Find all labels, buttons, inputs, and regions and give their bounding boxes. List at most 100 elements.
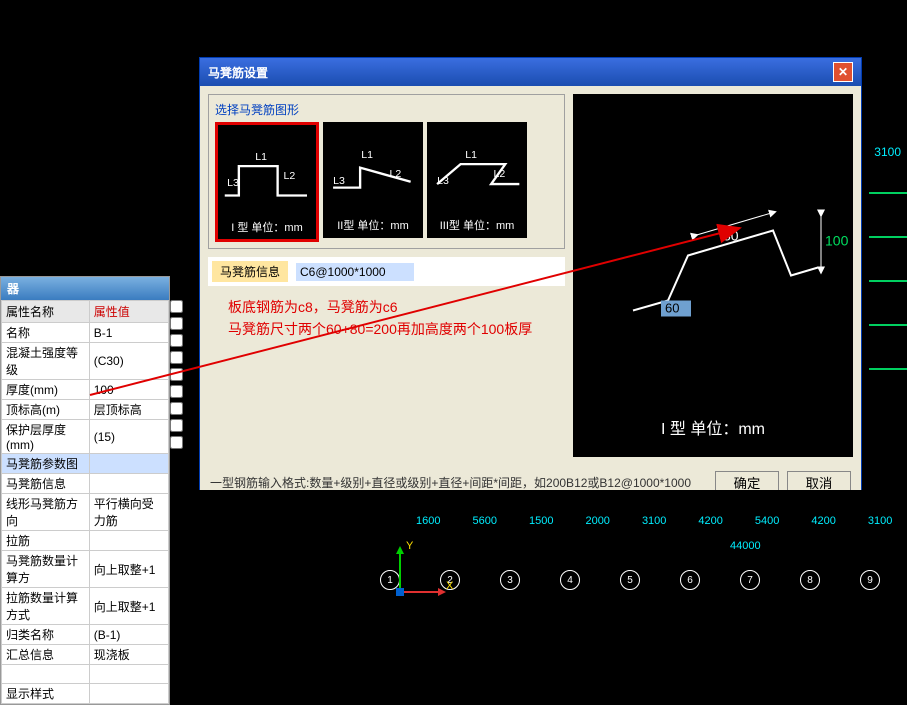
dimension-value: 5600 [472, 515, 496, 527]
prop-row[interactable]: 顶标高(m)层顶标高 [2, 400, 169, 420]
svg-text:L1: L1 [361, 149, 373, 161]
grid-bubble: 3 [500, 570, 520, 590]
axis-x-label: X [446, 580, 453, 592]
col-name: 属性名称 [2, 301, 90, 323]
prop-row[interactable]: 拉筋 [2, 531, 169, 551]
row-checkbox[interactable] [170, 418, 183, 433]
prop-value[interactable] [89, 454, 168, 474]
row-checkbox[interactable] [170, 384, 183, 399]
thumb-caption: I 型 单位：mm [231, 219, 303, 235]
prop-value[interactable]: (B-1) [89, 625, 168, 645]
note-line-2: 马凳筋尺寸两个60+80=200再加高度两个100板厚 [228, 318, 545, 340]
svg-text:80: 80 [723, 228, 739, 244]
shape-thumb-2[interactable]: L1L2L3II型 单位：mm [323, 122, 423, 238]
prop-row[interactable] [2, 665, 169, 684]
prop-value[interactable]: (15) [89, 420, 168, 454]
prop-value[interactable]: 层顶标高 [89, 400, 168, 420]
row-checkbox[interactable] [170, 401, 183, 416]
prop-value[interactable]: 平行横向受力筋 [89, 494, 168, 531]
svg-text:L2: L2 [493, 168, 505, 180]
svg-text:L1: L1 [255, 151, 267, 163]
prop-name: 混凝土强度等级 [2, 343, 90, 380]
coordinate-axes: Y X [390, 542, 450, 605]
row-checkbox[interactable] [170, 299, 183, 314]
grid-lines [869, 150, 907, 412]
prop-name: 名称 [2, 323, 90, 343]
svg-text:L1: L1 [465, 149, 477, 161]
prop-value[interactable] [89, 474, 168, 494]
dimension-value: 1600 [416, 515, 440, 527]
row-checkbox[interactable] [170, 350, 183, 365]
col-value: 属性值 [89, 301, 168, 323]
cad-drawing-area[interactable]: 160056001500200031004200540042003100 440… [190, 490, 907, 613]
grid-bubble: 8 [800, 570, 820, 590]
prop-name: 线形马凳筋方向 [2, 494, 90, 531]
row-checkbox[interactable] [170, 316, 183, 331]
dimension-row: 160056001500200031004200540042003100 [400, 515, 907, 527]
dimension-value: 3100 [868, 515, 892, 527]
prop-row[interactable]: 汇总信息现浇板 [2, 645, 169, 665]
row-checkbox[interactable] [170, 333, 183, 348]
prop-name: 厚度(mm) [2, 380, 90, 400]
prop-name: 汇总信息 [2, 645, 90, 665]
property-panel: 器 属性名称属性值 名称B-1混凝土强度等级(C30)厚度(mm)100顶标高(… [0, 276, 170, 705]
info-value-input[interactable]: C6@1000*1000 [296, 263, 414, 281]
shape-thumb-1[interactable]: L1 L2 L3 I 型 单位：mm [215, 122, 319, 242]
dimension-value: 1500 [529, 515, 553, 527]
checkbox-column [170, 297, 188, 452]
prop-row[interactable]: 马凳筋数量计算方向上取整+1 [2, 551, 169, 588]
prop-value[interactable]: 100 [89, 380, 168, 400]
prop-name: 马凳筋信息 [2, 474, 90, 494]
grid-bubble: 7 [740, 570, 760, 590]
prop-value[interactable] [89, 665, 168, 684]
grid-bubble: 4 [560, 570, 580, 590]
prop-row[interactable]: 保护层厚度(mm)(15) [2, 420, 169, 454]
preview-pane: 80 100 60 I 型 单位：mm [573, 94, 853, 457]
prop-row[interactable]: 显示样式 [2, 684, 169, 704]
prop-name: 马凳筋数量计算方 [2, 551, 90, 588]
dimension-value: 2000 [585, 515, 609, 527]
shape-thumb-3[interactable]: L1L2L3III型 单位：mm [427, 122, 527, 238]
dimension-total: 44000 [730, 540, 761, 552]
prop-name [2, 665, 90, 684]
row-checkbox[interactable] [170, 435, 183, 450]
svg-text:L3: L3 [333, 175, 345, 187]
prop-row[interactable]: 名称B-1 [2, 323, 169, 343]
prop-value[interactable]: 向上取整+1 [89, 588, 168, 625]
prop-row[interactable]: 线形马凳筋方向平行横向受力筋 [2, 494, 169, 531]
prop-row[interactable]: 马凳筋信息 [2, 474, 169, 494]
group-label: 选择马凳筋图形 [215, 101, 558, 118]
svg-text:L3: L3 [227, 177, 239, 189]
prop-row[interactable]: 拉筋数量计算方式向上取整+1 [2, 588, 169, 625]
shape-group: 选择马凳筋图形 L1L2L3I 型 单位：mmL1L2L3II型 单位：mmL1… [208, 94, 565, 249]
annotation-notes: 板底钢筋为c8，马凳筋为c6 马凳筋尺寸两个60+80=200再加高度两个100… [208, 286, 565, 457]
close-button[interactable]: ✕ [833, 62, 853, 82]
prop-row[interactable]: 混凝土强度等级(C30) [2, 343, 169, 380]
prop-value[interactable]: B-1 [89, 323, 168, 343]
info-label: 马凳筋信息 [212, 261, 288, 282]
prop-row[interactable]: 马凳筋参数图 [2, 454, 169, 474]
prop-row[interactable]: 厚度(mm)100 [2, 380, 169, 400]
prop-value[interactable] [89, 531, 168, 551]
svg-text:60: 60 [665, 301, 679, 316]
prop-value[interactable]: 向上取整+1 [89, 551, 168, 588]
dialog-titlebar[interactable]: 马凳筋设置 ✕ [200, 58, 861, 86]
prop-name: 拉筋 [2, 531, 90, 551]
svg-text:L2: L2 [389, 168, 401, 180]
prop-value[interactable]: 现浇板 [89, 645, 168, 665]
madeng-dialog: 马凳筋设置 ✕ 选择马凳筋图形 L1L2L3I 型 单位：mmL1L2L3II型… [199, 57, 862, 500]
dimension-value: 5400 [755, 515, 779, 527]
prop-value[interactable] [89, 684, 168, 704]
prop-header: 器 [1, 277, 169, 300]
prop-value[interactable]: (C30) [89, 343, 168, 380]
prop-row[interactable]: 归类名称(B-1) [2, 625, 169, 645]
preview-caption: I 型 单位：mm [573, 415, 853, 439]
prop-name: 保护层厚度(mm) [2, 420, 90, 454]
prop-name: 归类名称 [2, 625, 90, 645]
row-checkbox[interactable] [170, 367, 183, 382]
note-line-1: 板底钢筋为c8，马凳筋为c6 [228, 296, 545, 318]
svg-text:100: 100 [825, 233, 849, 249]
svg-text:L2: L2 [283, 170, 295, 182]
property-table[interactable]: 属性名称属性值 名称B-1混凝土强度等级(C30)厚度(mm)100顶标高(m)… [1, 300, 169, 704]
dimension-value: 3100 [642, 515, 666, 527]
